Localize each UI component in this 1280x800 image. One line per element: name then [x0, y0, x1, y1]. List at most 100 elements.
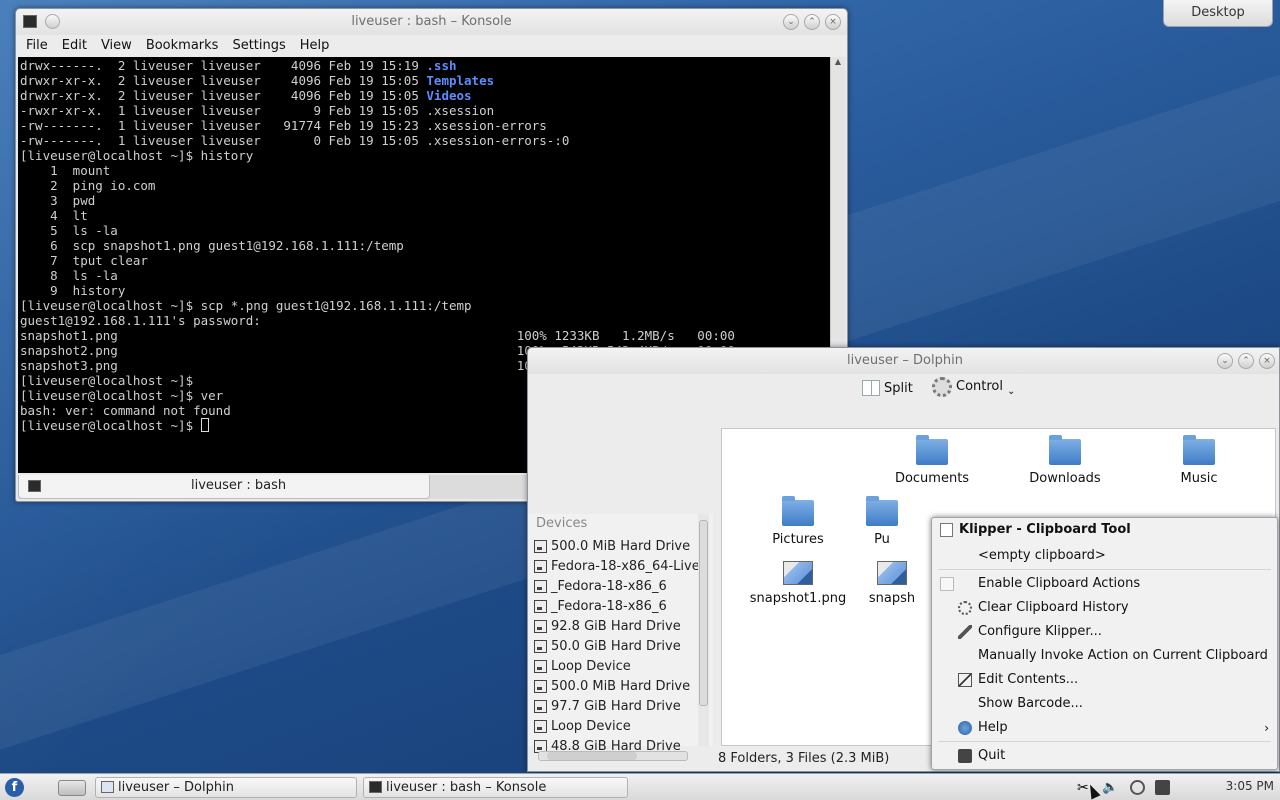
device-label: Loop Device: [551, 718, 631, 734]
enable-actions-item[interactable]: Enable Clipboard Actions: [932, 569, 1277, 595]
minimize-button[interactable]: ⌄: [1217, 353, 1233, 369]
file-snapshot2[interactable]: snapsh: [862, 561, 922, 606]
places-hscrollbar[interactable]: [538, 751, 688, 761]
hard-drive-icon: [534, 679, 547, 693]
fedora-menu-icon[interactable]: f: [5, 778, 24, 797]
maximize-button[interactable]: ⌃: [1238, 353, 1254, 369]
folder-public[interactable]: Pu: [862, 496, 902, 547]
terminal-text: 8 ls -la: [20, 268, 118, 283]
chevron-right-icon: ›: [1264, 721, 1269, 735]
help-item[interactable]: Help ›: [932, 717, 1277, 739]
terminal-icon[interactable]: [23, 15, 37, 28]
folder-icon: [1183, 435, 1215, 465]
terminal-text: 7 tput clear: [20, 253, 148, 268]
terminal-icon: [369, 781, 382, 793]
task-dolphin[interactable]: liveuser – Dolphin: [95, 777, 357, 798]
list-item[interactable]: Fedora-18-x86_64-Live: [534, 556, 699, 576]
close-button[interactable]: ×: [825, 14, 841, 30]
file-label: Music: [1180, 471, 1218, 486]
terminal-text: [liveuser@localhost ~]$ ver: [20, 388, 224, 403]
scrollbar-thumb[interactable]: [547, 752, 637, 760]
checkbox-icon[interactable]: [940, 577, 954, 591]
list-item[interactable]: _Fedora-18-x86_6: [534, 596, 699, 616]
clock[interactable]: 3:05 PM: [1226, 779, 1274, 793]
terminal-text: 5 ls -la: [20, 223, 118, 238]
scroll-up-icon[interactable]: ▲: [831, 57, 845, 71]
menu-label: Help: [978, 720, 1008, 735]
file-snapshot1[interactable]: snapshot1.png: [743, 561, 853, 606]
folder-icon: [866, 496, 898, 526]
close-button[interactable]: ×: [1259, 353, 1275, 369]
menu-help[interactable]: Help: [294, 35, 338, 57]
network-icon[interactable]: [1130, 780, 1145, 795]
dolphin-titlebar[interactable]: liveuser – Dolphin ⌄ ⌃ ×: [528, 348, 1279, 374]
list-item[interactable]: Loop Device: [534, 716, 699, 736]
menu-settings[interactable]: Settings: [226, 35, 293, 57]
tab-bash[interactable]: liveuser : bash: [18, 475, 430, 499]
split-icon: [862, 380, 880, 396]
terminal-text: 6 scp snapshot1.png guest1@192.168.1.111…: [20, 238, 404, 253]
control-button[interactable]: Control ⌄: [932, 376, 1015, 397]
edit-contents-item[interactable]: Edit Contents...: [932, 669, 1277, 691]
volume-icon[interactable]: 🔈: [1102, 780, 1118, 795]
show-barcode-item[interactable]: Show Barcode...: [932, 693, 1277, 715]
empty-clipboard-item[interactable]: <empty clipboard>: [932, 545, 1277, 567]
terminal-line: 2 ping io.com: [20, 178, 830, 193]
system-tray: ✂ 🔈 3:05 PM: [1075, 774, 1280, 800]
list-item[interactable]: 97.7 GiB Hard Drive: [534, 696, 699, 716]
scrollbar-thumb[interactable]: [699, 520, 708, 706]
folder-documents[interactable]: Documents: [877, 435, 987, 486]
terminal-line: 9 history: [20, 283, 830, 298]
pager-icon[interactable]: [58, 780, 86, 796]
list-item[interactable]: Loop Device: [534, 656, 699, 676]
menu-file[interactable]: File: [20, 35, 56, 57]
file-label: Pu: [874, 532, 890, 547]
places-scrollbar[interactable]: [698, 514, 709, 746]
menu-label: Clear Clipboard History: [978, 600, 1129, 615]
text-cursor: [200, 418, 209, 432]
terminal-text: drwxr-xr-x. 2 liveuser liveuser 4096 Feb…: [20, 73, 427, 88]
quit-item[interactable]: Quit: [932, 741, 1277, 767]
klipper-icon: [940, 522, 953, 537]
split-button[interactable]: Split: [862, 380, 913, 396]
loop-device-icon: [534, 659, 547, 673]
terminal-text: [liveuser@localhost ~]$: [20, 373, 194, 388]
list-item[interactable]: _Fedora-18-x86_6: [534, 576, 699, 596]
folder-pictures[interactable]: Pictures: [743, 496, 853, 547]
konsole-titlebar[interactable]: liveuser : bash – Konsole ⌄ ⌃ ×: [16, 9, 847, 35]
list-item[interactable]: 500.0 MiB Hard Drive: [534, 536, 699, 556]
maximize-button[interactable]: ⌃: [804, 14, 820, 30]
menu-label: Configure Klipper...: [978, 624, 1102, 639]
pin-icon[interactable]: [45, 14, 60, 29]
device-label: 500.0 MiB Hard Drive: [551, 538, 691, 554]
directory-name: Videos: [426, 88, 472, 103]
terminal-text: bash: ver: command not found: [20, 403, 231, 418]
hard-drive-icon: [534, 699, 547, 713]
terminal-text: 3 pwd: [20, 193, 96, 208]
manual-action-item[interactable]: Manually Invoke Action on Current Clipbo…: [932, 645, 1277, 667]
menu-bookmarks[interactable]: Bookmarks: [140, 35, 227, 57]
clear-history-item[interactable]: Clear Clipboard History: [932, 597, 1277, 619]
folder-icon: [782, 496, 814, 526]
terminal-line: drwxr-xr-x. 2 liveuser liveuser 4096 Feb…: [20, 88, 830, 103]
terminal-line: -rw-------. 1 liveuser liveuser 91774 Fe…: [20, 118, 830, 133]
folder-downloads[interactable]: Downloads: [1010, 435, 1120, 486]
task-konsole[interactable]: liveuser : bash – Konsole: [363, 777, 628, 798]
device-notifier-icon[interactable]: [1155, 780, 1170, 795]
list-item[interactable]: 50.0 GiB Hard Drive: [534, 636, 699, 656]
usb-drive-icon: [534, 599, 547, 613]
list-item[interactable]: 92.8 GiB Hard Drive: [534, 616, 699, 636]
minimize-button[interactable]: ⌄: [783, 14, 799, 30]
terminal-text: 4 lt: [20, 208, 88, 223]
terminal-line: drwxr-xr-x. 2 liveuser liveuser 4096 Feb…: [20, 73, 830, 88]
terminal-text: drwx------. 2 liveuser liveuser 4096 Feb…: [20, 58, 427, 73]
list-item[interactable]: 500.0 MiB Hard Drive: [534, 676, 699, 696]
folder-music[interactable]: Music: [1144, 435, 1254, 486]
menu-view[interactable]: View: [95, 35, 140, 57]
task-label: liveuser : bash – Konsole: [386, 780, 547, 795]
image-file-icon: [877, 561, 907, 585]
configure-item[interactable]: Configure Klipper...: [932, 621, 1277, 643]
desktop-button[interactable]: Desktop: [1163, 0, 1273, 27]
menu-edit[interactable]: Edit: [56, 35, 95, 57]
device-label: 500.0 MiB Hard Drive: [551, 678, 691, 694]
